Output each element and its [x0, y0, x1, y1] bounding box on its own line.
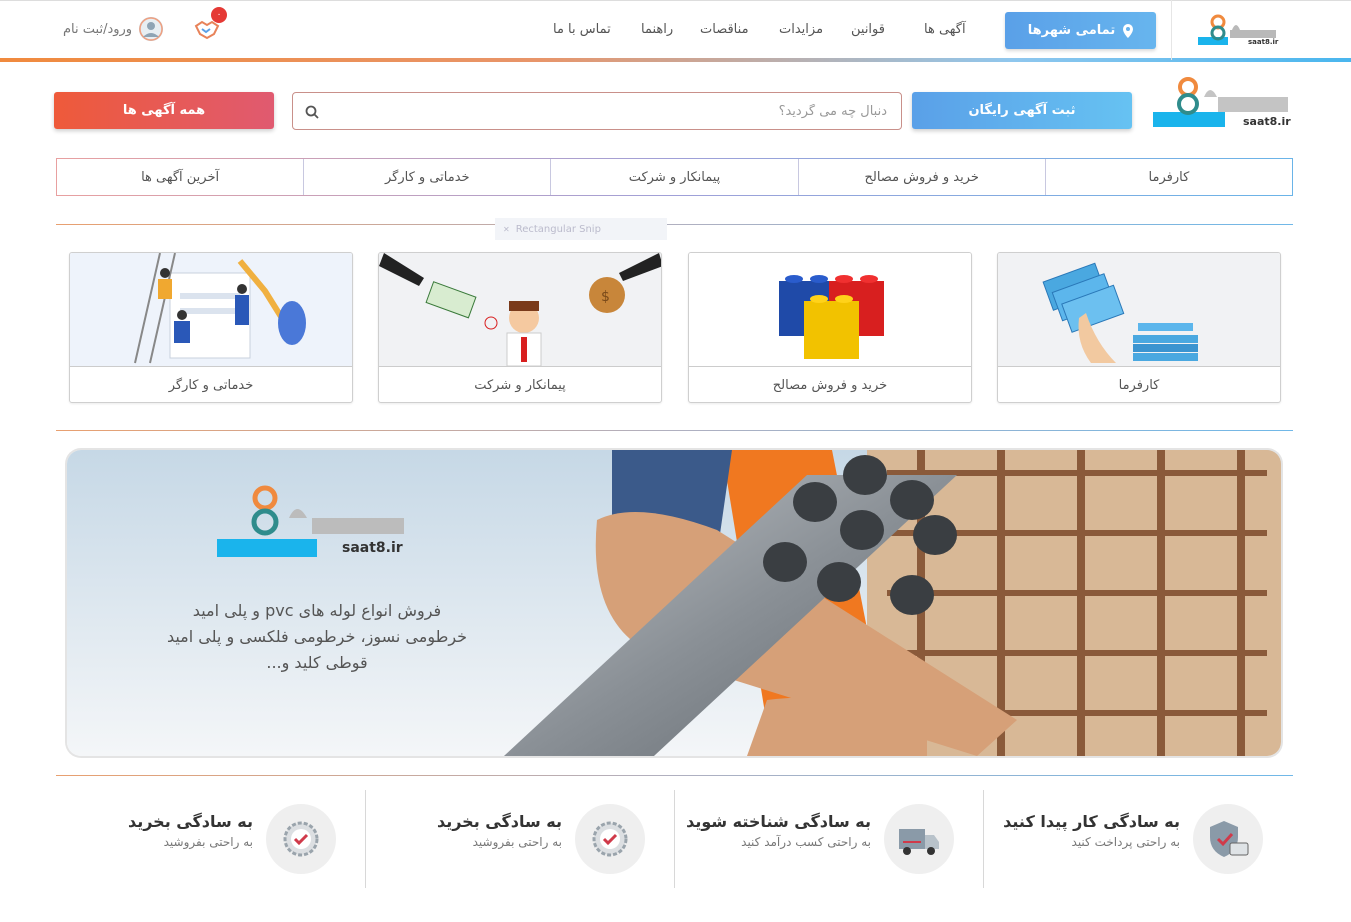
user-avatar-icon[interactable]	[139, 17, 163, 41]
tab-materials[interactable]: خرید و فروش مصالح	[797, 159, 1045, 195]
header-gradient-line	[0, 58, 1351, 62]
category-card-label: کارفرما	[998, 366, 1280, 402]
nav-tenders[interactable]: مناقصات	[700, 22, 749, 37]
svg-text:$: $	[601, 289, 610, 305]
category-tabs: کارفرما خرید و فروش مصالح پیمانکار و شرک…	[56, 158, 1293, 196]
banner-text: فروش انواع لوله های pvc و پلی امید خرطوم…	[157, 598, 477, 676]
feature-subtitle: به راحتی پرداخت کنید	[1071, 835, 1180, 849]
promo-banner[interactable]: saat8.ir فروش انواع لوله های pvc و پلی ا…	[67, 450, 1281, 756]
nav-auctions[interactable]: مزایدات	[779, 22, 823, 37]
category-card-label: خرید و فروش مصالح	[689, 366, 971, 402]
building-blocks-icon	[689, 253, 971, 366]
feature-subtitle: به راحتی کسب درآمد کنید	[741, 835, 871, 849]
feature-buy-easily: به سادگی بخرید به راحتی بفروشید	[367, 790, 667, 888]
banner-logo-text: saat8.ir	[342, 540, 403, 556]
badge-check-icon	[575, 804, 645, 874]
workers-icon	[70, 253, 352, 366]
main-logo[interactable]: saat8.ir	[1152, 75, 1292, 131]
category-card-contractor[interactable]: $ پیمانکار و شرکت	[378, 252, 662, 403]
search-icon[interactable]	[305, 105, 319, 119]
feature-title: به سادگی کار پیدا کنید	[1003, 812, 1180, 831]
section-divider	[56, 224, 1293, 225]
banner-line-2: خرطومی نسوز، خرطومی فلکسی و پلی امید	[166, 627, 468, 646]
feature-separator	[365, 790, 366, 888]
category-card-label: پیمانکار و شرکت	[379, 366, 661, 402]
feature-separator	[983, 790, 984, 888]
snip-overlay-label: Rectangular Snip	[515, 223, 601, 235]
login-register-link[interactable]: ورود/ثبت نام	[63, 22, 132, 37]
category-card-label: خدماتی و کارگر	[70, 366, 352, 402]
nav-guide[interactable]: راهنما	[641, 22, 673, 37]
section-divider	[56, 430, 1293, 431]
header-logo-text: saat8.ir	[1248, 38, 1279, 46]
feature-subtitle: به راحتی بفروشید	[472, 835, 562, 849]
tab-latest-ads[interactable]: آخرین آگهی ها	[57, 159, 303, 195]
feature-subtitle: به راحتی بفروشید	[163, 835, 253, 849]
feature-sell-easily: به سادگی بخرید به راحتی بفروشید	[58, 790, 358, 888]
category-card-employer[interactable]: کارفرما	[997, 252, 1281, 403]
location-pin-icon	[1123, 23, 1134, 38]
tab-employer[interactable]: کارفرما	[1044, 159, 1292, 195]
search-input[interactable]	[327, 93, 887, 129]
snip-overlay: ✕ Rectangular Snip	[495, 218, 667, 240]
badge-check-icon	[266, 804, 336, 874]
tab-contractor[interactable]: پیمانکار و شرکت	[550, 159, 797, 195]
feature-get-known: به سادگی شناخته شوید به راحتی کسب درآمد …	[676, 790, 976, 888]
main-logo-text: saat8.ir	[1243, 115, 1291, 128]
tab-services[interactable]: خدماتی و کارگر	[303, 159, 550, 195]
feature-title: به سادگی بخرید	[127, 812, 253, 831]
banner-logo: saat8.ir	[217, 484, 417, 564]
banner-line-3: قوطی کلید و...	[266, 653, 368, 672]
contractor-money-icon: $	[379, 253, 661, 367]
secure-card-icon	[1193, 804, 1263, 874]
money-hand-icon	[998, 253, 1280, 366]
nav-ads[interactable]: آگهی ها	[924, 22, 966, 37]
feature-find-work: به سادگی کار پیدا کنید به راحتی پرداخت ک…	[985, 790, 1285, 888]
nav-contact[interactable]: تماس با ما	[553, 22, 611, 37]
truck-icon	[884, 804, 954, 874]
notification-badge[interactable]: ۰	[211, 7, 227, 23]
section-divider	[56, 775, 1293, 776]
all-ads-button[interactable]: همه آگهی ها	[54, 92, 274, 129]
category-card-materials[interactable]: خرید و فروش مصالح	[688, 252, 972, 403]
feature-separator	[674, 790, 675, 888]
search-box	[292, 92, 902, 130]
nav-rules[interactable]: قوانین	[851, 22, 885, 37]
all-cities-button[interactable]: تمامی شهرها	[1005, 12, 1156, 49]
feature-title: به سادگی شناخته شوید	[686, 812, 871, 831]
feature-title: به سادگی بخرید	[436, 812, 562, 831]
header-logo[interactable]: saat8.ir	[1171, 0, 1351, 60]
category-card-services[interactable]: خدماتی و کارگر	[69, 252, 353, 403]
banner-line-1: فروش انواع لوله های pvc و پلی امید	[192, 601, 442, 620]
all-cities-label: تمامی شهرها	[1027, 23, 1116, 38]
free-ad-button[interactable]: ثبت آگهی رایگان	[912, 92, 1132, 129]
